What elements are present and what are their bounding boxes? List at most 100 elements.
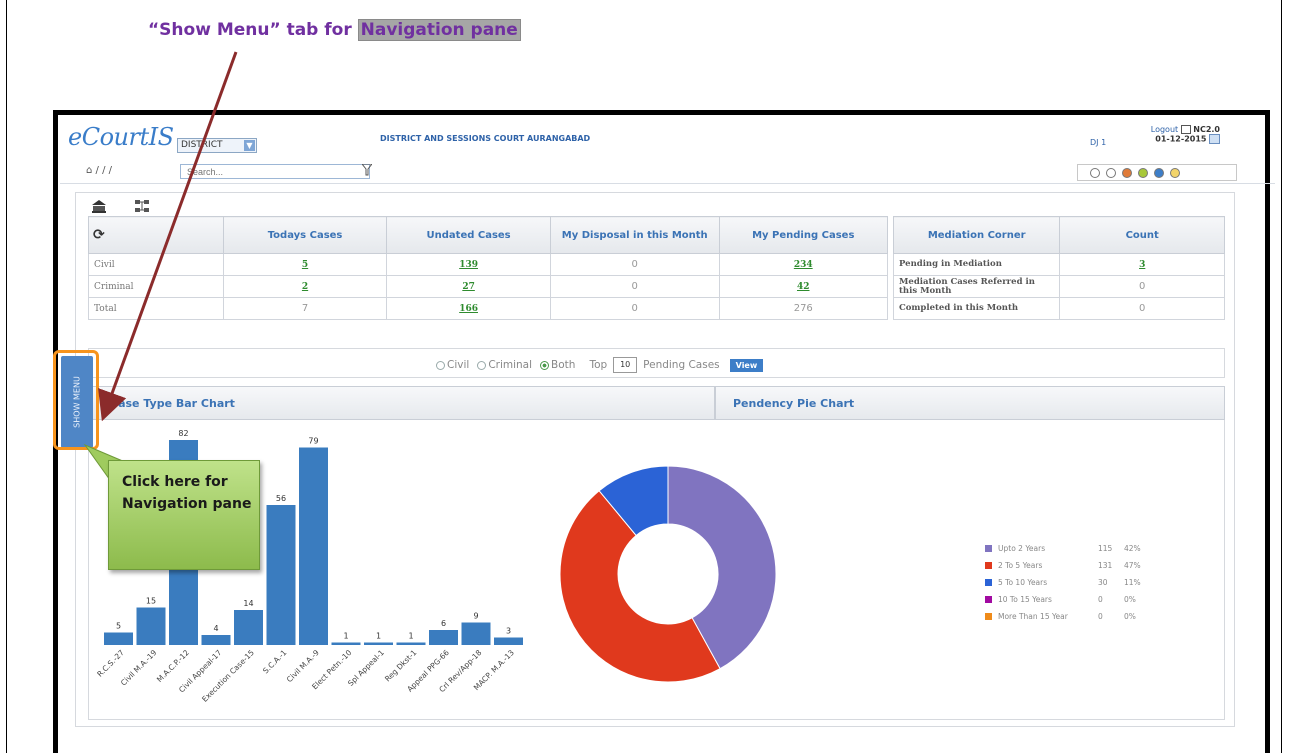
legend-swatch xyxy=(985,545,992,552)
version-label: NC2.0 xyxy=(1193,125,1220,134)
app-logo[interactable]: eCourtIS xyxy=(68,123,174,151)
cell-value: 7 xyxy=(222,297,388,320)
cell-link[interactable]: 5 xyxy=(222,253,388,276)
bar[interactable] xyxy=(201,635,231,645)
bar[interactable] xyxy=(266,505,296,645)
mediation-table: Mediation Corner Count Pending in Mediat… xyxy=(892,216,1225,320)
pendency-pie-chart xyxy=(559,465,777,683)
bar-value-label: 56 xyxy=(276,494,286,503)
top-count-input[interactable]: 10 xyxy=(613,357,638,373)
legend-label: More Than 15 Year xyxy=(998,612,1068,621)
bar-value-label: 1 xyxy=(376,632,381,641)
bar[interactable] xyxy=(299,447,328,646)
table-row: Total 7 166 0 276 xyxy=(88,297,888,320)
bar[interactable] xyxy=(136,607,166,646)
radio-criminal-label: Criminal xyxy=(488,359,533,371)
theme-color-dot[interactable] xyxy=(1090,167,1100,178)
theme-color-dot[interactable] xyxy=(1122,167,1132,178)
radio-criminal[interactable] xyxy=(477,360,487,370)
radio-civil[interactable] xyxy=(436,360,445,370)
bar-value-label: 1 xyxy=(343,632,348,641)
district-select[interactable]: DISTRICT ▼ xyxy=(177,138,257,153)
cell-link[interactable]: 166 xyxy=(386,297,551,320)
current-date: 01-12-2015 xyxy=(1155,134,1207,144)
legend-label: Upto 2 Years xyxy=(998,544,1046,553)
cell-link[interactable]: 2 xyxy=(222,275,388,298)
table-header-row: ⟳ Todays Cases Undated Cases My Disposal… xyxy=(88,216,888,254)
row-label: Total xyxy=(88,297,224,320)
legend-label: 10 To 15 Years xyxy=(998,595,1052,604)
view-button[interactable]: View xyxy=(729,358,764,372)
court-building-icon[interactable] xyxy=(91,199,107,213)
legend-swatch xyxy=(985,562,992,569)
legend-percent: 42% xyxy=(1124,544,1141,553)
cases-summary-table: ⟳ Todays Cases Undated Cases My Disposal… xyxy=(88,216,888,320)
bar-value-label: 79 xyxy=(308,437,318,446)
home-icon[interactable]: ⌂ xyxy=(86,165,92,176)
theme-color-dot[interactable] xyxy=(1106,167,1116,178)
bar-value-label: 1 xyxy=(408,632,413,641)
col-mediation-corner: Mediation Corner xyxy=(892,216,1061,254)
bar[interactable] xyxy=(494,637,523,646)
col-my-pending: My Pending Cases xyxy=(718,216,888,254)
legend-count: 0 xyxy=(1098,595,1103,604)
annotation-heading: “Show Menu” tab for Navigation pane xyxy=(148,19,521,41)
table-row: Criminal 2 27 0 42 xyxy=(88,275,888,298)
theme-selector xyxy=(1077,164,1237,181)
cell-link[interactable]: 42 xyxy=(718,275,888,298)
filter-icon[interactable] xyxy=(362,164,372,176)
legend-item[interactable]: Upto 2 Years 115 42% xyxy=(985,540,1144,557)
calendar-icon[interactable] xyxy=(1209,134,1220,144)
search-input[interactable] xyxy=(180,164,370,179)
bar-category-label: S.C.A.-1 xyxy=(261,648,288,675)
bar-value-label: 4 xyxy=(213,624,218,633)
bar[interactable] xyxy=(396,642,426,646)
legend-item[interactable]: 5 To 10 Years 30 11% xyxy=(985,574,1144,591)
radio-both[interactable] xyxy=(540,360,550,370)
cell-value: 0 xyxy=(549,253,720,276)
table-row: Completed in this Month 0 xyxy=(892,297,1225,320)
legend-item[interactable]: 2 To 5 Years 131 47% xyxy=(985,557,1144,574)
pie-legend: Upto 2 Years 115 42% 2 To 5 Years 131 47% 5 To… xyxy=(985,540,1144,625)
court-name: DISTRICT AND SESSIONS COURT AURANGABAD xyxy=(380,134,591,143)
legend-swatch xyxy=(985,579,992,586)
legend-item[interactable]: More Than 15 Year 0 0% xyxy=(985,608,1144,625)
legend-swatch xyxy=(985,596,992,603)
cell-value: 0 xyxy=(549,297,720,320)
bar[interactable] xyxy=(104,632,133,646)
pending-filter-controls: Civil Criminal Both Top 10 Pending Cases… xyxy=(436,357,764,373)
cell-link[interactable]: 234 xyxy=(718,253,888,276)
cell-value: 0 xyxy=(1059,297,1225,320)
annotation-heading-highlight: Navigation pane xyxy=(357,19,521,41)
refresh-header: ⟳ xyxy=(88,216,224,254)
bar[interactable] xyxy=(331,642,361,646)
legend-percent: 0% xyxy=(1124,595,1136,604)
header-right: Logout NC2.0 01-12-2015 xyxy=(1126,125,1220,144)
cell-link[interactable]: 3 xyxy=(1059,253,1225,276)
legend-count: 0 xyxy=(1098,612,1103,621)
cell-link[interactable]: 27 xyxy=(386,275,551,298)
bar-value-label: 9 xyxy=(473,612,478,621)
bar[interactable] xyxy=(364,642,393,646)
theme-color-dot[interactable] xyxy=(1138,167,1148,178)
table-row: Civil 5 139 0 234 xyxy=(88,253,888,276)
page-border-left xyxy=(6,0,7,753)
bar[interactable] xyxy=(461,622,491,646)
bar[interactable] xyxy=(429,630,458,645)
legend-item[interactable]: 10 To 15 Years 0 0% xyxy=(985,591,1144,608)
chevron-down-icon: ▼ xyxy=(244,140,255,151)
legend-count: 115 xyxy=(1098,544,1113,553)
bar-value-label: 82 xyxy=(178,429,188,438)
theme-color-dot[interactable] xyxy=(1170,167,1180,178)
pie-chart-title: Pendency Pie Chart xyxy=(733,397,855,410)
logout-link[interactable]: Logout xyxy=(1151,125,1178,134)
refresh-icon[interactable]: ⟳ xyxy=(93,227,105,243)
top-label: Top xyxy=(589,359,608,371)
theme-color-dot[interactable] xyxy=(1154,167,1164,178)
cell-link[interactable]: 139 xyxy=(386,253,551,276)
row-label: Civil xyxy=(88,253,224,276)
legend-label: 5 To 10 Years xyxy=(998,578,1048,587)
hierarchy-icon[interactable] xyxy=(134,199,150,213)
bar[interactable] xyxy=(234,610,263,645)
logout-icon xyxy=(1180,125,1191,134)
